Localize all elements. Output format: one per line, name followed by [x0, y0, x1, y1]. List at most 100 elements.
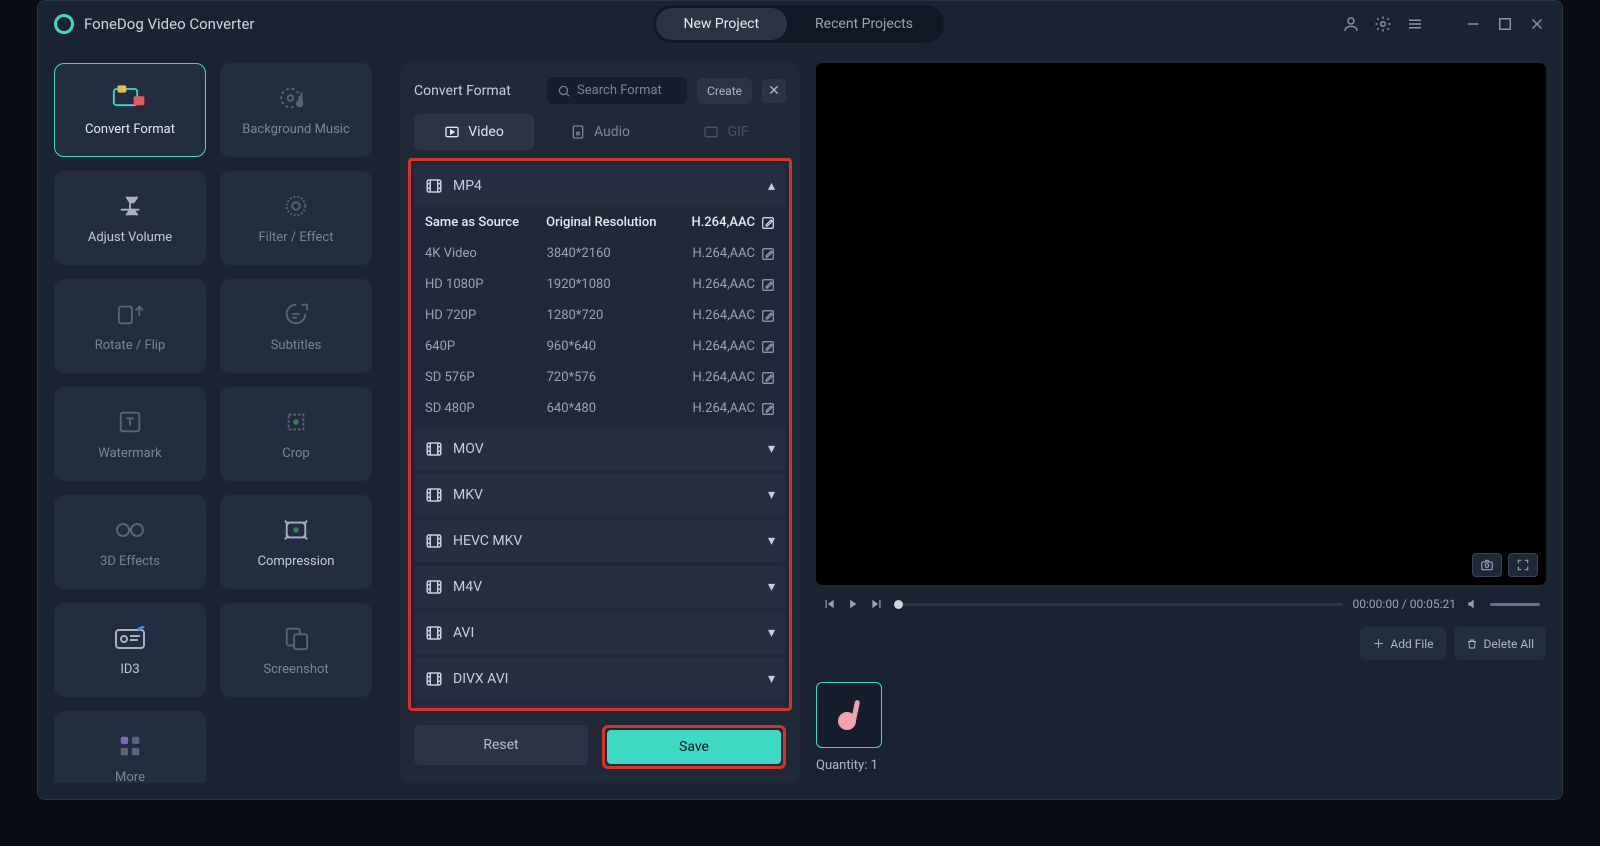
panel-close-button[interactable]: ✕ [762, 79, 786, 103]
edit-icon[interactable] [761, 216, 775, 230]
gear-icon[interactable] [1374, 15, 1392, 33]
play-icon[interactable] [846, 597, 860, 611]
tool-label: Watermark [98, 446, 161, 461]
close-button[interactable] [1528, 15, 1546, 33]
preset-row[interactable]: 640P960*640H.264,AAC [415, 331, 785, 362]
edit-icon[interactable] [761, 371, 775, 385]
save-button[interactable]: Save [607, 730, 781, 764]
id3-icon [112, 624, 148, 652]
tool-watermark[interactable]: Watermark [54, 387, 206, 481]
progress-bar[interactable] [894, 603, 1343, 606]
minimize-button[interactable] [1464, 15, 1482, 33]
edit-icon[interactable] [761, 402, 775, 416]
add-file-button[interactable]: ＋Add File [1360, 627, 1445, 660]
create-button[interactable]: Create [697, 78, 752, 104]
tab-video[interactable]: Video [414, 114, 534, 150]
tool-id3[interactable]: ID3 [54, 603, 206, 697]
prev-icon[interactable] [822, 597, 836, 611]
edit-icon[interactable] [761, 278, 775, 292]
tool-compress[interactable]: Compression [220, 495, 372, 589]
tool-filter[interactable]: Filter / Effect [220, 171, 372, 265]
tab-gif[interactable]: GIF [666, 114, 786, 150]
tab-audio[interactable]: Audio [540, 114, 660, 150]
volume-icon [112, 192, 148, 220]
format-group[interactable]: DIVX AVI▾ [415, 658, 785, 700]
volume-slider[interactable] [1490, 603, 1540, 606]
tool-music[interactable]: Background Music [220, 63, 372, 157]
chevron-up-icon: ▴ [768, 178, 775, 194]
edit-icon[interactable] [761, 340, 775, 354]
queue-thumbnail[interactable] [816, 682, 882, 748]
edit-icon[interactable] [761, 309, 775, 323]
tools-sidebar: Convert Format Background MusicAdjust Vol… [54, 63, 384, 783]
search-placeholder: Search Format [577, 83, 662, 98]
format-group[interactable]: MKV▾ [415, 474, 785, 516]
tool-3d[interactable]: 3D Effects [54, 495, 206, 589]
search-icon [557, 84, 571, 98]
tool-volume[interactable]: Adjust Volume [54, 171, 206, 265]
tab-recent-projects[interactable]: Recent Projects [787, 8, 941, 40]
chevron-down-icon: ▾ [768, 533, 775, 549]
panel-title: Convert Format [414, 83, 537, 99]
3d-icon [112, 516, 148, 544]
app-logo-icon [54, 14, 74, 34]
snapshot-icon[interactable] [1472, 553, 1502, 577]
convert-icon [112, 84, 148, 112]
preset-row[interactable]: HD 720P1280*720H.264,AAC [415, 300, 785, 331]
reset-button[interactable]: Reset [414, 725, 588, 765]
video-preview[interactable] [816, 63, 1546, 585]
save-highlight: Save [602, 725, 786, 769]
format-list[interactable]: MP4▴Same as SourceOriginal ResolutionH.2… [408, 158, 792, 711]
format-group[interactable]: AVI▾ [415, 612, 785, 654]
more-icon [112, 732, 148, 760]
tab-new-project[interactable]: New Project [656, 8, 788, 40]
edit-icon[interactable] [761, 247, 775, 261]
search-input[interactable]: Search Format [547, 77, 687, 104]
preset-row[interactable]: Same as SourceOriginal ResolutionH.264,A… [415, 207, 785, 238]
tool-crop[interactable]: Crop [220, 387, 372, 481]
rotate-icon [112, 300, 148, 328]
title-bar: FoneDog Video Converter New Project Rece… [38, 1, 1562, 47]
subtitles-icon [278, 300, 314, 328]
next-icon[interactable] [870, 597, 884, 611]
music-icon [278, 84, 314, 112]
user-icon[interactable] [1342, 15, 1360, 33]
film-icon [425, 670, 443, 688]
menu-icon[interactable] [1406, 15, 1424, 33]
tool-label: Subtitles [271, 338, 322, 353]
format-panel: Convert Format Search Format Create ✕ Vi… [400, 63, 800, 783]
top-nav: New Project Recent Projects [653, 5, 944, 43]
screenshot-icon [278, 624, 314, 652]
maximize-button[interactable] [1496, 15, 1514, 33]
preset-row[interactable]: 4K Video3840*2160H.264,AAC [415, 238, 785, 269]
chevron-down-icon: ▾ [768, 441, 775, 457]
tool-label: 3D Effects [100, 554, 160, 569]
preset-row[interactable]: SD 480P640*480H.264,AAC [415, 393, 785, 424]
volume-icon[interactable] [1466, 597, 1480, 611]
tool-more[interactable]: More [54, 711, 206, 783]
preview-pane: 00:00:00 / 00:05:21 ＋Add File Delete All… [816, 63, 1546, 783]
preset-row[interactable]: SD 576P720*576H.264,AAC [415, 362, 785, 393]
format-group[interactable]: M4V▾ [415, 566, 785, 608]
tool-subtitles[interactable]: Subtitles [220, 279, 372, 373]
tool-convert[interactable]: Convert Format [54, 63, 206, 157]
time-display: 00:00:00 / 00:05:21 [1353, 597, 1456, 611]
format-group[interactable]: MOV▾ [415, 428, 785, 470]
filter-icon [278, 192, 314, 220]
tool-label: Convert Format [85, 122, 175, 137]
preset-row[interactable]: HD 1080P1920*1080H.264,AAC [415, 269, 785, 300]
file-queue: Quantity: 1 [816, 672, 1546, 783]
player-controls: 00:00:00 / 00:05:21 [816, 593, 1546, 615]
fullscreen-icon[interactable] [1508, 553, 1538, 577]
delete-all-button[interactable]: Delete All [1454, 627, 1546, 660]
chevron-down-icon: ▾ [768, 671, 775, 687]
tool-rotate[interactable]: Rotate / Flip [54, 279, 206, 373]
format-group[interactable]: XVID AVI▾ [415, 704, 785, 711]
tool-label: ID3 [120, 662, 139, 677]
trash-icon [1466, 638, 1478, 650]
tool-screenshot[interactable]: Screenshot [220, 603, 372, 697]
format-group[interactable]: HEVC MKV▾ [415, 520, 785, 562]
quantity-label: Quantity: 1 [816, 758, 1546, 773]
format-group-mp4[interactable]: MP4▴ [415, 165, 785, 207]
film-icon [425, 624, 443, 642]
